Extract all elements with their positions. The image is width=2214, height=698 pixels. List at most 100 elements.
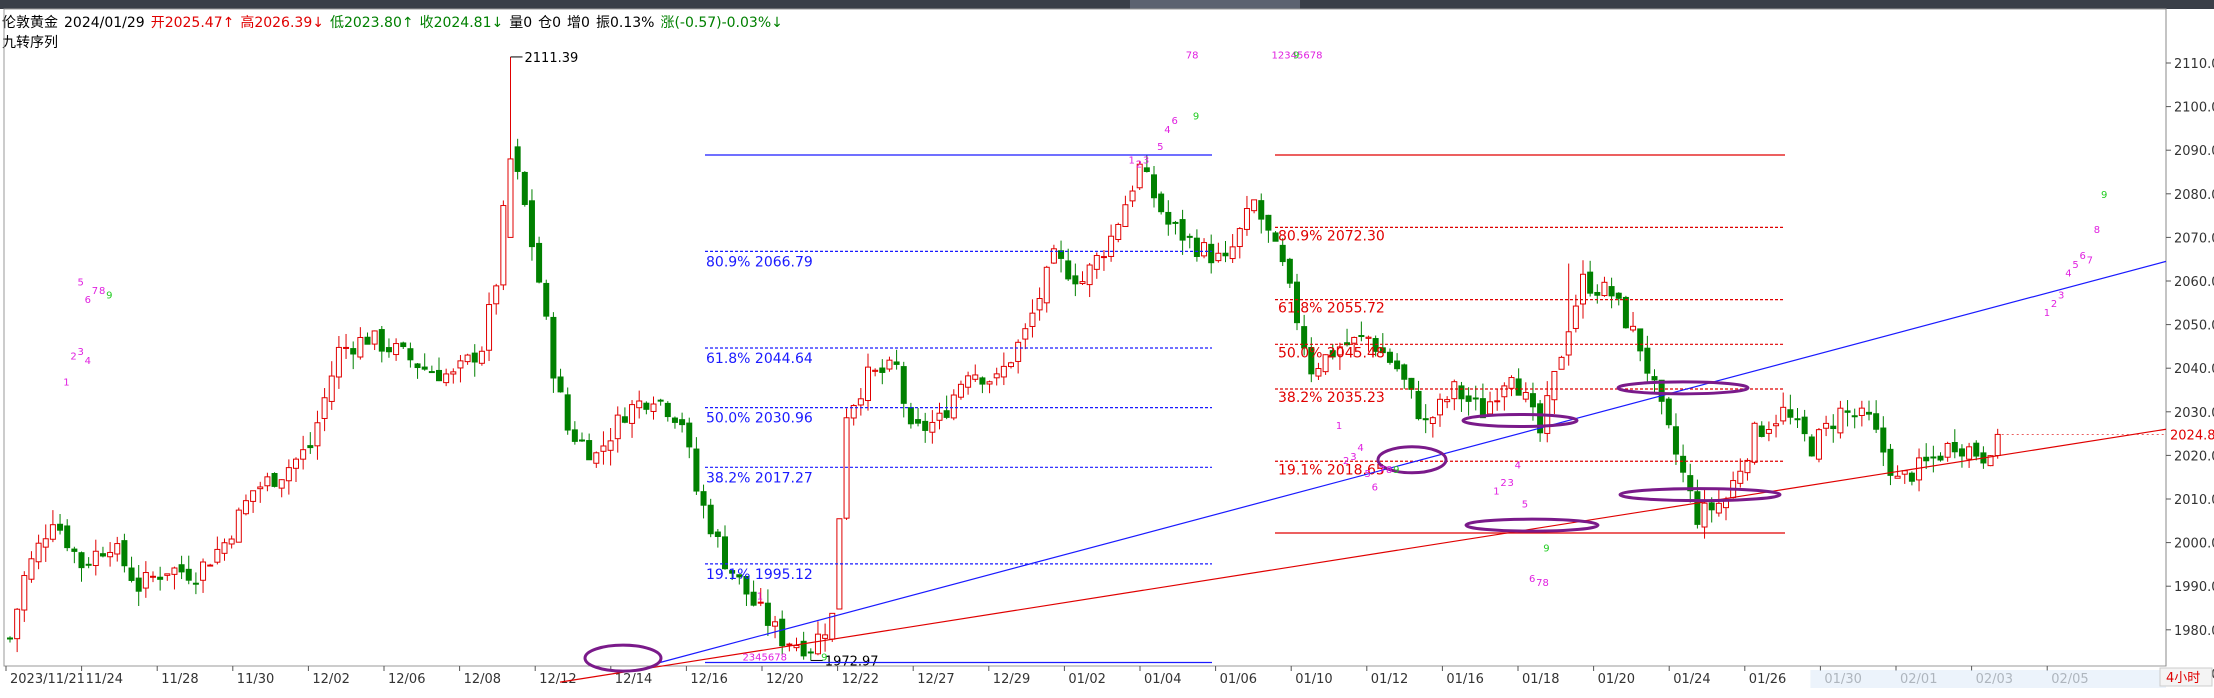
candle-down — [579, 439, 585, 442]
td-sequence-label: 8 — [99, 286, 105, 297]
candle-down — [1279, 244, 1286, 263]
candle-up — [772, 621, 779, 627]
candle-down — [1515, 378, 1522, 396]
x-tick-label: 12/20 — [766, 672, 803, 687]
candle-up — [650, 403, 657, 412]
candle-up — [793, 644, 800, 649]
x-tick-label: 01/12 — [1371, 672, 1408, 687]
candle-down — [1286, 258, 1293, 284]
td-sequence-label: 9 — [106, 290, 112, 301]
candle-up — [28, 558, 35, 580]
candle-down — [78, 552, 85, 569]
y-tick-label: 2100.00 — [2174, 101, 2214, 116]
candle-up — [343, 346, 350, 349]
candle-down — [1844, 410, 1851, 413]
candle-down — [1608, 286, 1615, 297]
candle-down — [700, 491, 707, 506]
candle-down — [307, 445, 314, 449]
candle-up — [228, 538, 235, 545]
candle-down — [99, 553, 106, 557]
candle-up — [872, 369, 879, 372]
candle-up — [1093, 255, 1100, 270]
candle-up — [450, 371, 457, 375]
y-tick-label: 2050.00 — [2174, 319, 2214, 334]
candle-up — [993, 373, 1000, 379]
candle-down — [1179, 219, 1186, 241]
td-sequence-label: 8 — [2094, 225, 2100, 236]
candle-down — [414, 363, 421, 369]
td-sequence-label: 6 — [1171, 116, 1177, 127]
td-sequence-label: 7 — [92, 286, 98, 297]
candle-up — [21, 575, 28, 611]
x-tick-label: 01/24 — [1673, 672, 1710, 687]
candle-up — [264, 476, 271, 487]
candle-up — [142, 572, 149, 589]
candle-down — [407, 348, 414, 361]
y-tick-label: 2090.00 — [2174, 144, 2214, 159]
candle-down — [1143, 167, 1150, 173]
candle-up — [757, 601, 764, 604]
x-tick-label: 01/16 — [1446, 672, 1483, 687]
candle-up — [1236, 228, 1243, 248]
candle-up — [1351, 336, 1358, 344]
candle-up — [1129, 190, 1136, 202]
candle-up — [314, 422, 321, 447]
candle-up — [1744, 459, 1751, 474]
candle-down — [1672, 426, 1679, 455]
candle-up — [843, 417, 850, 519]
candle-down — [1644, 347, 1651, 374]
candle-up — [250, 490, 257, 502]
td-sequence-label: 9 — [1293, 51, 1299, 62]
candle-down — [1808, 436, 1815, 457]
candle-up — [214, 548, 221, 563]
candle-down — [543, 282, 550, 317]
candle-down — [1422, 418, 1429, 421]
candle-down — [1908, 472, 1915, 482]
candle-down — [514, 146, 521, 172]
candle-up — [1022, 328, 1029, 340]
candle-down — [621, 416, 628, 423]
candle-up — [1630, 325, 1637, 331]
x-tick-label: 12/08 — [464, 672, 501, 687]
td-sequence-label: 4 — [1357, 443, 1363, 454]
candle-down — [907, 407, 914, 425]
y-tick-label: 2030.00 — [2174, 406, 2214, 421]
candle-up — [1079, 281, 1086, 285]
candle-up — [200, 561, 207, 581]
candle-down — [1401, 364, 1408, 380]
candle-up — [221, 542, 228, 554]
candle-up — [335, 346, 342, 378]
candle-up — [328, 375, 335, 402]
candle-down — [893, 361, 900, 365]
candle-up — [929, 421, 936, 433]
candle-up — [822, 634, 829, 639]
candle-down — [378, 329, 385, 352]
candle-up — [1508, 377, 1515, 389]
candle-up — [1122, 204, 1129, 227]
candle-up — [1894, 475, 1901, 479]
candle-down — [1186, 235, 1193, 238]
candle-down — [979, 377, 986, 385]
candle-up — [493, 285, 500, 305]
highlight-ellipse — [583, 643, 663, 673]
candle-up — [865, 366, 871, 402]
y-tick-label: 1990.00 — [2174, 580, 2214, 595]
candle-up — [1572, 305, 1579, 329]
candle-up — [285, 467, 292, 482]
td-sequence-label: 8 — [1386, 465, 1392, 476]
candle-up — [1115, 223, 1122, 241]
td-sequence-label: 5 — [2072, 260, 2078, 271]
candle-up — [1000, 365, 1007, 378]
candle-up — [257, 486, 264, 490]
candle-up — [1015, 341, 1022, 362]
candle-up — [1858, 407, 1865, 416]
candle-down — [1415, 390, 1422, 420]
candlestick-chart[interactable]: 2110.00 2100.00 2090.00 2080.00 2070.00 2060.… — [0, 0, 2214, 698]
candle-down — [1529, 393, 1536, 408]
x-tick-label: 01/04 — [1144, 672, 1181, 687]
candle-down — [1973, 442, 1980, 457]
candle-up — [49, 524, 56, 540]
candle-up — [1565, 331, 1572, 356]
td-sequence-label: 4 — [1164, 125, 1170, 136]
candle-up — [1108, 235, 1115, 257]
